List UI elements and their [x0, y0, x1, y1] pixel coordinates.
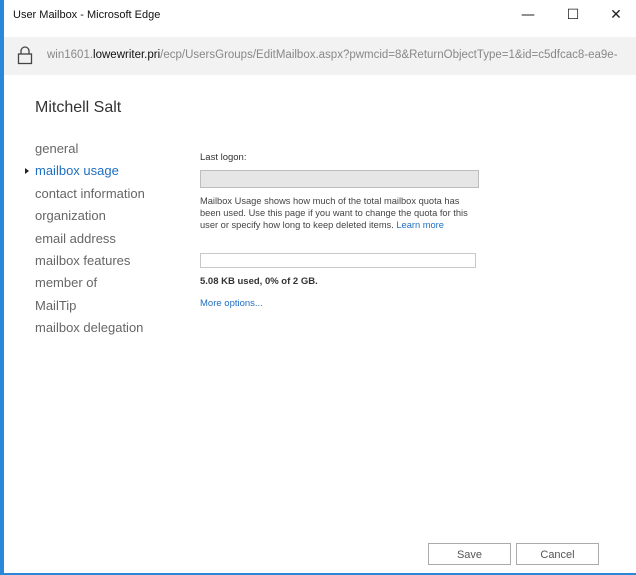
nav-item-label: organization	[35, 208, 106, 224]
cancel-button[interactable]: Cancel	[516, 543, 599, 565]
minimize-button[interactable]: —	[508, 2, 548, 28]
nav-item-mailbox-delegation[interactable]: mailbox delegation	[35, 318, 145, 340]
more-options-link[interactable]: More options...	[200, 298, 263, 309]
url-text[interactable]: win1601.lowewriter.pri/ecp/UsersGroups/E…	[47, 49, 636, 61]
nav-item-label: member of	[35, 275, 98, 291]
nav-item-label: contact information	[35, 185, 145, 201]
url-prefix: win1601.	[47, 49, 94, 61]
page-title: Mitchell Salt	[35, 99, 122, 116]
save-button[interactable]: Save	[428, 543, 511, 565]
sidebar-nav: general mailbox usage contact informatio…	[25, 139, 145, 341]
usage-progress-bar	[200, 253, 476, 268]
nav-item-mailbox-usage[interactable]: mailbox usage	[25, 161, 145, 183]
last-logon-field	[200, 170, 479, 188]
close-button[interactable]: ✕	[596, 2, 636, 28]
last-logon-label: Last logon:	[200, 152, 247, 163]
url-path: /ecp/UsersGroups/EditMailbox.aspx?pwmcid…	[160, 49, 618, 61]
nav-item-email-address[interactable]: email address	[35, 229, 145, 251]
nav-item-general[interactable]: general	[35, 139, 145, 161]
nav-item-label: mailbox delegation	[35, 320, 144, 336]
window-left-border	[0, 0, 4, 575]
usage-summary: 5.08 KB used, 0% of 2 GB.	[200, 276, 318, 287]
nav-item-mailtip[interactable]: MailTip	[35, 296, 145, 318]
url-host: lowewriter.pri	[93, 49, 161, 61]
nav-item-label: MailTip	[35, 297, 77, 313]
nav-item-label: general	[35, 141, 79, 156]
maximize-button[interactable]: ☐	[553, 2, 593, 28]
nav-item-label: mailbox features	[35, 252, 131, 268]
nav-item-member-of[interactable]: member of	[35, 273, 145, 295]
nav-item-mailbox-features[interactable]: mailbox features	[35, 251, 145, 273]
lock-icon[interactable]	[17, 45, 33, 65]
nav-item-label: mailbox usage	[35, 163, 119, 179]
mailbox-usage-description: Mailbox Usage shows how much of the tota…	[200, 196, 480, 231]
window-title: User Mailbox - Microsoft Edge	[13, 9, 161, 21]
nav-item-contact-information[interactable]: contact information	[35, 184, 145, 206]
address-bar[interactable]: win1601.lowewriter.pri/ecp/UsersGroups/E…	[4, 37, 636, 75]
selected-arrow-icon	[25, 168, 29, 175]
title-bar[interactable]: User Mailbox - Microsoft Edge — ☐ ✕	[4, 0, 636, 31]
edge-popup-window: User Mailbox - Microsoft Edge — ☐ ✕ win1…	[0, 0, 636, 575]
learn-more-link[interactable]: Learn more	[396, 220, 444, 230]
nav-item-organization[interactable]: organization	[35, 206, 145, 228]
nav-item-label: email address	[35, 230, 116, 246]
